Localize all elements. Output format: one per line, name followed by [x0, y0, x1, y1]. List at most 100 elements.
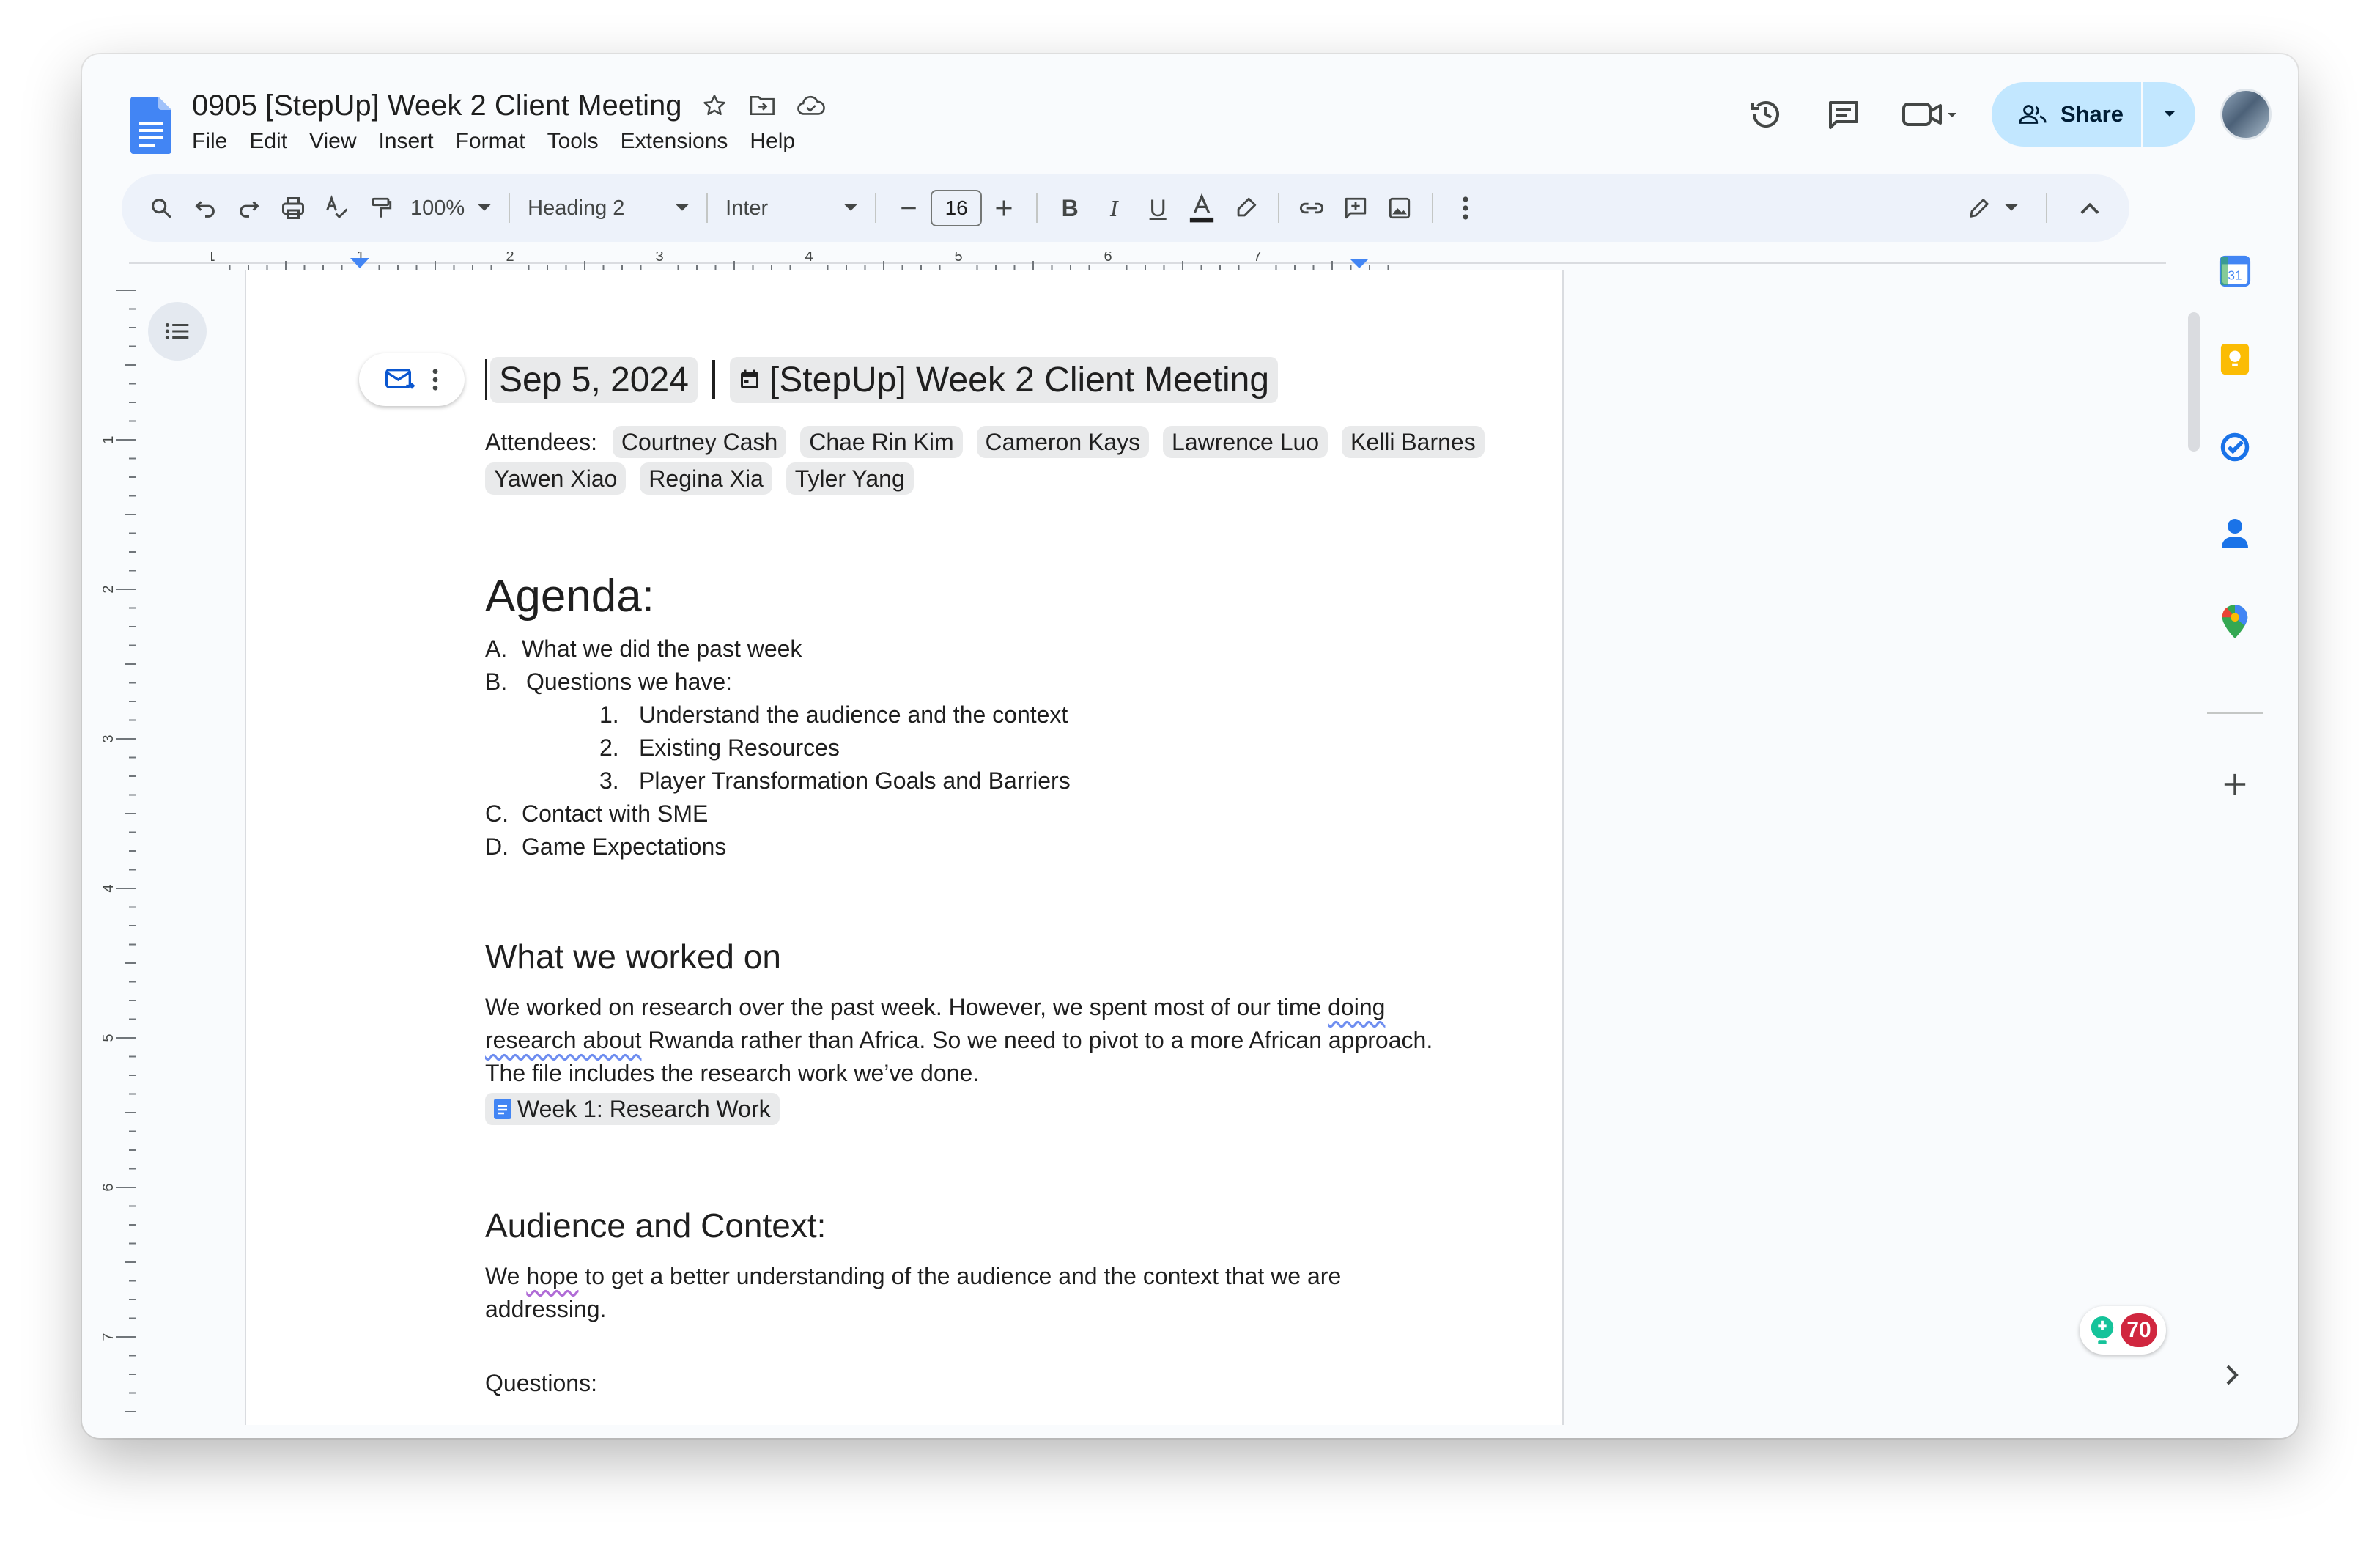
insert-link-icon[interactable] [1290, 186, 1334, 230]
attendee-chip[interactable]: Kelli Barnes [1341, 426, 1485, 458]
meet-icon[interactable] [1895, 88, 1965, 141]
redo-icon[interactable] [227, 186, 271, 230]
bold-icon[interactable]: B [1048, 186, 1092, 230]
attendee-chip[interactable]: Yawen Xiao [485, 462, 627, 495]
zoom-select[interactable]: 100% [403, 196, 498, 221]
style-select[interactable]: Heading 2 [520, 196, 696, 221]
menu-extensions[interactable]: Extensions [621, 129, 728, 154]
calendar-event-chip[interactable]: [StepUp] Week 2 Client Meeting [729, 356, 1279, 403]
menu-insert[interactable]: Insert [379, 129, 434, 154]
menu-help[interactable]: Help [750, 129, 795, 154]
keep-app-icon[interactable] [2214, 339, 2255, 380]
version-history-icon[interactable] [1740, 88, 1792, 141]
comments-icon[interactable] [1817, 88, 1870, 141]
calendar-app-icon[interactable]: 31 [2214, 251, 2255, 292]
email-draft-chip[interactable] [359, 353, 465, 406]
paragraph-text: We [485, 1263, 527, 1289]
chevron-down-icon [2163, 111, 2176, 117]
side-panel: 31 [2189, 177, 2285, 1425]
left-indent-marker[interactable] [350, 258, 369, 268]
vertical-ruler[interactable]: 1 2 3 4 5 6 7 [95, 276, 139, 1425]
toolbar-divider [1432, 194, 1434, 223]
list-item-text: Game Expectations [522, 833, 727, 860]
chevron-down-icon [676, 204, 690, 211]
date-chip[interactable]: Sep 5, 2024 [490, 356, 698, 403]
suggestion-count: 70 [2121, 1313, 2157, 1347]
agenda-heading: Agenda: [485, 571, 654, 622]
list-item-text: Questions we have: [526, 668, 733, 695]
docs-logo-icon[interactable] [130, 97, 171, 154]
underline-icon[interactable]: U [1136, 186, 1180, 230]
ruler-number: 2 [100, 585, 117, 593]
list-item: 2. Existing Resources [485, 731, 1496, 764]
style-suggestion[interactable]: hope [526, 1263, 578, 1289]
decrease-font-size-icon[interactable] [887, 186, 931, 230]
show-side-panel-chevron-right-icon[interactable] [2226, 1365, 2239, 1389]
menu-view[interactable]: View [309, 129, 356, 154]
document-body[interactable]: Sep 5, 2024 [StepUp] Week 2 Client Meeti… [485, 352, 1496, 1397]
font-select[interactable]: Inter [718, 196, 865, 221]
ruler-number: 5 [100, 1033, 117, 1042]
contacts-app-icon[interactable] [2214, 513, 2255, 554]
move-to-folder-icon[interactable] [747, 89, 779, 122]
avatar[interactable] [2220, 89, 2272, 140]
paragraph-text: to get a better understanding of the aud… [485, 1263, 1342, 1322]
paint-format-icon[interactable] [359, 186, 403, 230]
list-item: B. Questions we have: [485, 666, 1496, 699]
menu-edit[interactable]: Edit [249, 129, 287, 154]
more-options-icon[interactable] [1444, 186, 1488, 230]
highlight-color-icon[interactable] [1224, 186, 1268, 230]
attendee-chip[interactable]: Chae Rin Kim [800, 426, 963, 458]
menu-tools[interactable]: Tools [547, 129, 599, 154]
maps-app-icon[interactable] [2214, 601, 2255, 642]
cloud-status-icon[interactable] [795, 89, 827, 122]
ruler-number: 1 [211, 252, 215, 265]
insert-image-icon[interactable] [1378, 186, 1422, 230]
zoom-value: 100% [410, 196, 465, 220]
list-item-text: Understand the audience and the context [639, 701, 1068, 728]
attendee-chip[interactable]: Courtney Cash [612, 426, 787, 458]
lightbulb-icon [2091, 1316, 2114, 1344]
search-menus-icon[interactable] [139, 186, 183, 230]
document-outline-button[interactable] [148, 302, 207, 361]
formatting-toolbar: 100% Heading 2 Inter 16 B I U [122, 174, 2129, 242]
font-size-input[interactable]: 16 [931, 190, 983, 226]
share-button[interactable]: Share [1991, 82, 2195, 147]
attendee-chip[interactable]: Cameron Kays [976, 426, 1150, 458]
file-note-paragraph: The file includes the research work we’v… [485, 1060, 980, 1086]
increase-font-size-icon[interactable] [982, 186, 1026, 230]
list-marker: 1. [599, 701, 619, 728]
editing-mode-select[interactable] [1959, 196, 2025, 221]
menu-format[interactable]: Format [456, 129, 525, 154]
add-comment-icon[interactable] [1334, 186, 1378, 230]
ruler-number: 5 [954, 252, 962, 265]
ruler-number: 1 [100, 435, 117, 443]
spellcheck-icon[interactable] [315, 186, 359, 230]
list-icon [165, 322, 189, 340]
menu-file[interactable]: File [192, 129, 227, 154]
ruler-number: 7 [100, 1333, 117, 1341]
app-window: 0905 [StepUp] Week 2 Client Meeting File… [82, 54, 2298, 1438]
star-icon[interactable] [698, 89, 731, 122]
writing-assistant-badge[interactable]: 70 [2080, 1306, 2166, 1354]
pencil-icon [1970, 199, 1989, 218]
paragraph-text: Rwanda rather than Africa. So we need to… [641, 1027, 1433, 1053]
chevron-down-icon [844, 204, 858, 211]
hide-menus-chevron-up-icon[interactable] [2068, 186, 2112, 230]
share-main-button[interactable]: Share [1992, 82, 2141, 147]
right-indent-marker[interactable] [1350, 259, 1368, 268]
attendee-chip[interactable]: Regina Xia [640, 462, 772, 495]
italic-icon[interactable]: I [1092, 186, 1136, 230]
share-dropdown-button[interactable] [2141, 82, 2195, 147]
file-chip[interactable]: Week 1: Research Work [485, 1093, 780, 1125]
attendee-chip[interactable]: Tyler Yang [786, 462, 914, 495]
email-icon [385, 369, 415, 389]
print-icon[interactable] [271, 186, 315, 230]
add-addon-icon[interactable] [2214, 764, 2255, 805]
undo-icon[interactable] [183, 186, 227, 230]
document-title[interactable]: 0905 [StepUp] Week 2 Client Meeting [192, 89, 682, 122]
horizontal-ruler[interactable]: 11234567 [207, 248, 1530, 270]
tasks-app-icon[interactable] [2214, 427, 2255, 468]
attendee-chip[interactable]: Lawrence Luo [1163, 426, 1328, 458]
text-color-icon[interactable] [1180, 186, 1224, 230]
